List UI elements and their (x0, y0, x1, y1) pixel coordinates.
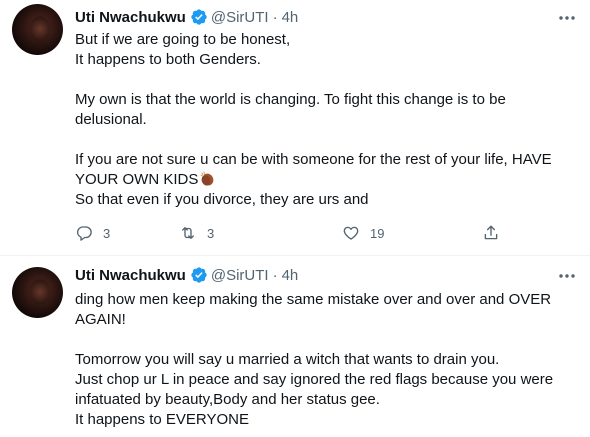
tweet-text: But if we are going to be honest, It hap… (75, 30, 580, 210)
tweet-text-line: infatuated by beauty,Body and her status… (75, 391, 380, 408)
timestamp[interactable]: 4h (282, 9, 299, 26)
retweet-count: 3 (207, 225, 215, 241)
tweet-text-line: AGAIN! (75, 311, 126, 328)
retweet-button[interactable]: 3 (179, 222, 214, 244)
tweet-text-line: If you are not sure u can be with someon… (75, 151, 552, 168)
reply-count: 3 (103, 225, 111, 241)
tweet-text-line: But if we are going to be honest, (75, 31, 291, 48)
author-name[interactable]: Uti Nwachukwu (75, 267, 186, 284)
share-icon (484, 225, 498, 240)
tweet-actions: 3 3 19 (75, 222, 505, 244)
separator-dot: · (272, 266, 278, 284)
tweet[interactable]: Uti Nwachukwu @SirUTI · 4h ding how men … (0, 256, 590, 437)
verified-badge-icon (191, 267, 207, 283)
tweet-text-line: delusional. (75, 111, 147, 128)
reply-button[interactable]: 3 (75, 222, 110, 244)
tweet-text-line (75, 70, 580, 90)
tweet-text-line: YOUR OWN KIDS (75, 171, 199, 188)
separator-dot: · (272, 8, 278, 26)
timestamp[interactable]: 4h (282, 267, 299, 284)
tweet-text-line: My own is that the world is changing. To… (75, 91, 506, 108)
tweet-text-line (75, 130, 580, 150)
like-button[interactable]: 19 (342, 222, 384, 244)
tweet-header: Uti Nwachukwu @SirUTI · 4h (75, 7, 298, 27)
tweet-text-line: Tomorrow you will say u married a witch … (75, 351, 500, 368)
tweet[interactable]: Uti Nwachukwu @SirUTI · 4h But if we are… (0, 0, 590, 255)
tweet-header: Uti Nwachukwu @SirUTI · 4h (75, 265, 298, 285)
clapping-hands-emoji-icon (200, 171, 214, 186)
author-name[interactable]: Uti Nwachukwu (75, 9, 186, 26)
tweet-text-line (75, 330, 580, 350)
retweet-icon (182, 227, 194, 239)
author-handle[interactable]: @SirUTI (211, 9, 269, 26)
tweet-text-line: Just chop ur L in peace and say ignored … (75, 371, 554, 388)
tweet-text-line-with-emoji: YOUR OWN KIDS (75, 170, 580, 190)
tweet-text-line: ding how men keep making the same mistak… (75, 291, 552, 308)
reply-icon (76, 226, 92, 241)
more-options-icon[interactable] (556, 8, 578, 28)
tweet-text-line: So that even if you divorce, they are ur… (75, 191, 369, 208)
share-button[interactable] (482, 222, 500, 244)
like-count: 19 (370, 225, 385, 241)
author-handle[interactable]: @SirUTI (211, 267, 269, 284)
tweet-text: ding how men keep making the same mistak… (75, 290, 580, 430)
more-options-icon[interactable] (556, 266, 578, 286)
avatar[interactable] (12, 267, 63, 318)
heart-icon (343, 226, 359, 240)
tweet-text-line: It happens to both Genders. (75, 51, 261, 68)
avatar[interactable] (12, 4, 63, 55)
verified-badge-icon (191, 9, 207, 25)
tweet-text-line: It happens to EVERYONE (75, 411, 249, 428)
